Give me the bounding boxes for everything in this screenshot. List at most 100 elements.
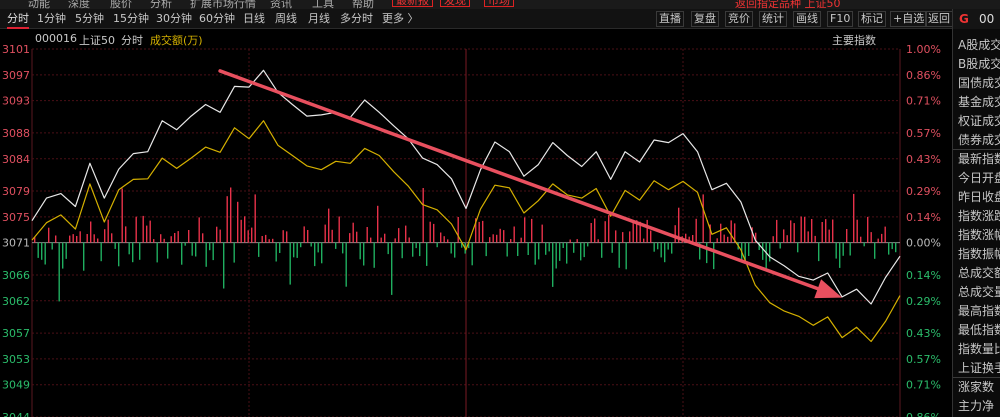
y-left-tick-label: 3097 [2,69,30,82]
period-tab[interactable]: 1分钟 [37,9,66,29]
y-left-tick-label: 3088 [2,127,30,140]
top-menu-item[interactable]: 帮助 [352,0,374,9]
top-menu-item[interactable]: 深度 [68,0,90,9]
period-tab[interactable]: 更多 〉 [382,9,419,29]
period-tab[interactable]: 5分钟 [75,9,104,29]
volume-bar [454,242,456,258]
toolbar-button[interactable]: 返回 [925,11,953,27]
volume-bar [422,188,424,243]
volume-bar [132,242,134,263]
toolbar-button[interactable]: 统计 [759,11,787,27]
volume-bar [111,233,113,243]
period-tab[interactable]: 60分钟 [199,9,235,29]
sidebar-row: A股成交 [958,38,1000,52]
volume-bar [846,229,848,243]
volume-bar [863,242,865,247]
volume-bar [531,218,533,243]
y-right-tick-label: 0.00% [906,237,941,250]
volume-bar [279,242,281,253]
volume-bar [240,219,242,243]
volume-bar [783,229,785,243]
volume-bar [412,242,414,257]
volume-bar [839,242,841,268]
volume-bar [349,233,351,243]
volume-bar [118,242,120,267]
volume-bar [104,229,106,243]
period-tab[interactable]: 周线 [275,9,297,29]
volume-bar [373,242,375,268]
volume-bar [41,242,43,260]
volume-bar [58,242,60,302]
volume-bar [156,242,158,263]
y-left-tick-label: 3044 [2,411,30,417]
volume-bar [160,234,162,243]
volume-bar [545,242,547,255]
volume-bar [797,242,799,253]
volume-bar [513,226,515,243]
volume-bar [884,226,886,243]
period-tab[interactable]: 多分时 [340,9,373,29]
top-menu-item[interactable]: 股价 [110,0,132,9]
top-menu-button[interactable]: 最新报 [392,0,433,7]
volume-bar [506,242,508,257]
volume-bar [363,242,365,266]
volume-bar [867,216,869,243]
sidebar-row: 昨日收盘 [958,190,1000,204]
period-tab[interactable]: 日线 [243,9,265,29]
top-menu-item[interactable]: 工具 [312,0,334,9]
sidebar-row: 主力净 [958,399,995,413]
sidebar-row: 指数振幅 [958,247,1000,261]
volume-bar [618,242,620,268]
volume-bar [597,239,599,243]
volume-bar [216,226,218,243]
volume-bar [653,242,655,252]
intraday-chart[interactable]: 3101 1.00% 3097 0.86% 3093 0.71% 3088 0.57% 3084… [0,30,952,417]
volume-bar [282,230,284,243]
volume-bar [93,234,95,243]
toolbar-button[interactable]: 复盘 [691,11,719,27]
toolbar-button[interactable]: F10 [827,11,854,27]
volume-bar [702,194,704,243]
volume-bar [163,238,165,243]
sidebar-row: 基金成交 [958,95,1000,109]
toolbar-button[interactable]: 直播 [656,11,684,27]
volume-bar [198,217,200,243]
volume-bar [324,224,326,243]
index-info-sidebar: G 00 A股成交 B股成交国债成交基金成交权证成交债券成交最新指数今日开盘昨日收… [952,9,1000,417]
volume-bar [226,196,228,243]
volume-bar [772,236,774,243]
volume-bar [146,225,148,243]
toolbar-button[interactable]: 画线 [793,11,821,27]
top-menu-item[interactable]: 动能 [28,0,50,9]
toolbar-button[interactable]: 竞价 [725,11,753,27]
volume-bar [818,242,820,262]
volume-bar [447,239,449,243]
top-menu-item[interactable]: 资讯 [270,0,292,9]
y-left-tick-label: 3057 [2,327,30,340]
volume-bar [69,235,71,243]
volume-bar [170,236,172,243]
volume-bar [181,242,183,265]
top-menu-button[interactable]: 发现 [440,0,470,7]
top-menu-item[interactable]: 扩展市场行情 [190,0,256,9]
volume-bar [723,234,725,243]
period-tab[interactable]: 15分钟 [113,9,149,29]
sidebar-row: 上证换手 [958,361,1000,375]
volume-bar [524,217,526,243]
top-menu-button[interactable]: 市场 [484,0,514,7]
period-tab[interactable]: 30分钟 [156,9,192,29]
top-menu-item[interactable]: 分析 [150,0,172,9]
volume-bar [559,242,561,261]
volume-bar [419,242,421,257]
volume-bar [139,242,141,260]
volume-bar [359,242,361,260]
period-tab[interactable]: 分时 [7,9,29,29]
sidebar-code: 00 [979,12,995,26]
volume-bar [849,242,851,256]
toolbar-button[interactable]: +自选 [890,11,928,27]
toolbar-button[interactable]: 标记 [858,11,886,27]
period-tab[interactable]: 月线 [308,9,330,29]
y-left-tick-label: 3101 [2,43,30,56]
volume-bar [874,242,876,259]
volume-bar [538,242,540,260]
